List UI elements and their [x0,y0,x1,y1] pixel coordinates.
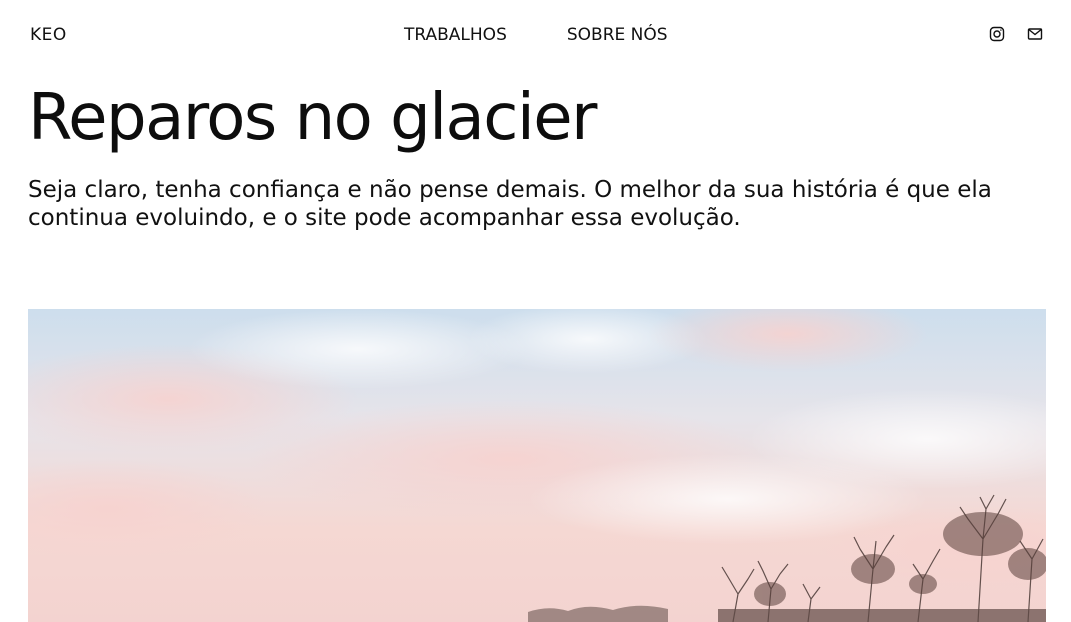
page-title: Reparos no glacier [28,81,597,155]
social-links [989,26,1043,42]
brand-logo-link[interactable]: KEO [30,25,67,45]
main-nav: TRABALHOS SOBRE NÓS [404,25,668,45]
nav-link-trabalhos[interactable]: TRABALHOS [404,25,507,45]
mail-link[interactable] [1027,26,1043,42]
page: KEO TRABALHOS SOBRE NÓS Reparos no glaci… [0,0,1071,622]
page-subtitle: Seja claro, tenha confiança e não pense … [28,177,992,231]
sunset-landscape-image [28,309,1046,622]
instagram-link[interactable] [989,26,1005,42]
instagram-icon [989,26,1005,42]
hero-image [28,309,1046,622]
site-header: KEO TRABALHOS SOBRE NÓS [0,0,1071,70]
nav-link-sobre-nos[interactable]: SOBRE NÓS [567,25,668,45]
mail-icon [1027,28,1043,40]
